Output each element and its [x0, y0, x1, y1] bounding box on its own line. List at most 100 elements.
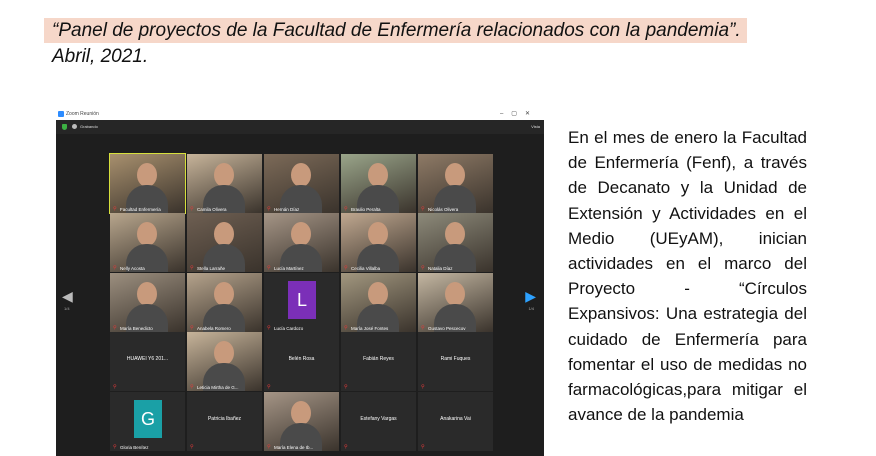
page-indicator-right: 1/4	[528, 306, 534, 311]
participant-name: Braulio Peralta	[351, 207, 381, 212]
chevron-right-icon[interactable]: ▶	[525, 288, 536, 305]
participant-avatar	[368, 163, 388, 187]
caption-title: “Panel de proyectos de la Facultad de En…	[44, 18, 747, 43]
participant-center-name: HUAWEI Y6 201...	[126, 356, 169, 363]
participant-initial: G	[134, 399, 162, 438]
participant-name: Lucía Cardozo	[274, 325, 304, 331]
participant-name: Cecilia Villalba	[351, 266, 381, 272]
muted-mic-icon: ⚲	[421, 324, 425, 331]
participant-tile[interactable]: ⚲ Camila Olivera	[187, 154, 262, 213]
participant-tile[interactable]: Estefany Vargas ⚲	[341, 391, 416, 451]
muted-mic-icon: ⚲	[421, 206, 425, 212]
page-indicator-left: 1/4	[64, 306, 70, 311]
participant-name: Leticia Mirtha de G...	[197, 385, 239, 391]
participant-name: Anabela Romero	[197, 325, 231, 331]
participant-avatar	[137, 163, 157, 187]
participant-name: Gustavo Pescecov	[428, 325, 466, 331]
participant-tile[interactable]: ⚲ Nicolás Olivera	[418, 154, 493, 213]
participant-tile[interactable]: ⚲ Cecilia Villalba	[341, 213, 416, 273]
participant-center-name: Patricia Ibañez	[207, 415, 242, 422]
zoom-window-title: Zoom Reunión	[66, 111, 99, 117]
participant-tile[interactable]: Anakarina Vai ⚲	[418, 391, 493, 451]
participant-tile[interactable]: ⚲ Anabela Romero	[187, 272, 262, 332]
participant-tile[interactable]: L ⚲ Lucía Cardozo	[264, 272, 339, 332]
participant-tile[interactable]: HUAWEI Y6 201... ⚲	[110, 332, 185, 392]
participant-tile[interactable]: ⚲ María Elena de Ib...	[264, 391, 339, 451]
participant-name: Nicolás Olivera	[428, 207, 459, 212]
muted-mic-icon: ⚲	[113, 384, 117, 391]
muted-mic-icon: ⚲	[190, 443, 194, 450]
participant-name: Gloria Benítez	[120, 444, 149, 450]
muted-mic-icon: ⚲	[267, 206, 271, 212]
zoom-screenshot: Zoom Reunión –▢✕ Grabando Vista ◀ 1/4 ▶ …	[56, 108, 544, 456]
body-paragraph: En el mes de enero la Facultad de Enferm…	[568, 128, 807, 425]
muted-mic-icon: ⚲	[190, 206, 194, 212]
muted-mic-icon: ⚲	[113, 324, 117, 331]
participant-tile[interactable]: ⚲ Lucía Martínez	[264, 213, 339, 273]
participant-name: María José Fontes	[351, 325, 389, 331]
participant-name: María Elena de Ib...	[274, 444, 314, 450]
zoom-titlebar: Zoom Reunión –▢✕	[56, 108, 544, 120]
participant-tile[interactable]: ⚲ Hernán Díaz	[264, 154, 339, 213]
zoom-topbar: Grabando Vista	[56, 120, 544, 134]
muted-mic-icon: ⚲	[113, 206, 117, 212]
participant-center-name: Anakarina Vai	[440, 415, 471, 422]
info-icon[interactable]	[72, 124, 77, 129]
muted-mic-icon: ⚲	[190, 324, 194, 331]
participant-center-name: Rami Fuques	[440, 356, 471, 363]
participant-tile[interactable]: ⚲ Stella Larrañe	[187, 213, 262, 273]
participant-avatar	[214, 281, 234, 306]
muted-mic-icon: ⚲	[267, 443, 271, 450]
participant-tile[interactable]: Patricia Ibañez ⚲	[187, 391, 262, 451]
participant-avatar	[445, 163, 465, 187]
participant-tile[interactable]: ⚲ Braulio Peralta	[341, 154, 416, 213]
recording-label: Grabando	[80, 124, 98, 129]
participant-tile[interactable]: ⚲ María José Fontes	[341, 272, 416, 332]
participant-name: María Benedicto	[120, 325, 153, 331]
participant-tile[interactable]: ⚲ María Benedicto	[110, 272, 185, 332]
muted-mic-icon: ⚲	[344, 206, 348, 212]
participant-tile[interactable]: ⚲ Natalia Díaz	[418, 213, 493, 273]
muted-mic-icon: ⚲	[421, 384, 425, 391]
participant-avatar	[137, 281, 157, 306]
participant-center-name: Fabián Reyes	[363, 356, 394, 363]
participant-name: Hernán Díaz	[274, 207, 300, 212]
participant-tile[interactable]: ⚲ Leticia Mirtha de G...	[187, 332, 262, 392]
muted-mic-icon: ⚲	[344, 265, 348, 272]
shield-icon[interactable]	[62, 124, 67, 130]
participant-center-name: Estefany Vargas	[360, 415, 397, 422]
participant-tile[interactable]: Fabián Reyes ⚲	[341, 332, 416, 392]
participant-name: Stella Larrañe	[197, 266, 226, 272]
muted-mic-icon: ⚲	[190, 384, 194, 391]
muted-mic-icon: ⚲	[344, 384, 348, 391]
muted-mic-icon: ⚲	[344, 443, 348, 450]
participant-name: Facultad Enfermería	[120, 207, 161, 212]
participant-tile[interactable]: Belén Rosa ⚲	[264, 332, 339, 392]
participant-tile[interactable]: ⚲ Facultad Enfermería	[109, 153, 186, 214]
participant-initial: L	[288, 280, 316, 319]
muted-mic-icon: ⚲	[190, 265, 194, 272]
muted-mic-icon: ⚲	[344, 324, 348, 331]
muted-mic-icon: ⚲	[267, 384, 271, 391]
window-controls[interactable]: –▢✕	[500, 110, 538, 117]
participant-name: Nelly Acosta	[120, 266, 145, 272]
participant-tile[interactable]: G ⚲ Gloria Benítez	[110, 391, 185, 451]
participant-name: Lucía Martínez	[274, 266, 304, 272]
participant-avatar	[214, 163, 234, 187]
zoom-logo-icon	[58, 111, 64, 117]
participant-avatar	[445, 281, 465, 306]
participant-avatar	[291, 163, 311, 187]
muted-mic-icon: ⚲	[421, 443, 425, 450]
view-button[interactable]: Vista	[531, 124, 540, 129]
participant-tile[interactable]: ⚲ Gustavo Pescecov	[418, 272, 493, 332]
muted-mic-icon: ⚲	[421, 265, 425, 272]
muted-mic-icon: ⚲	[113, 443, 117, 450]
caption-date: Abril, 2021.	[52, 46, 149, 67]
participant-name: Camila Olivera	[197, 207, 227, 212]
participant-name: Natalia Díaz	[428, 266, 453, 272]
participant-tile[interactable]: ⚲ Nelly Acosta	[110, 213, 185, 273]
participant-center-name: Belén Rosa	[288, 356, 315, 363]
chevron-left-icon[interactable]: ◀	[62, 288, 73, 305]
participant-avatar	[368, 281, 388, 306]
participant-tile[interactable]: Rami Fuques ⚲	[418, 332, 493, 392]
